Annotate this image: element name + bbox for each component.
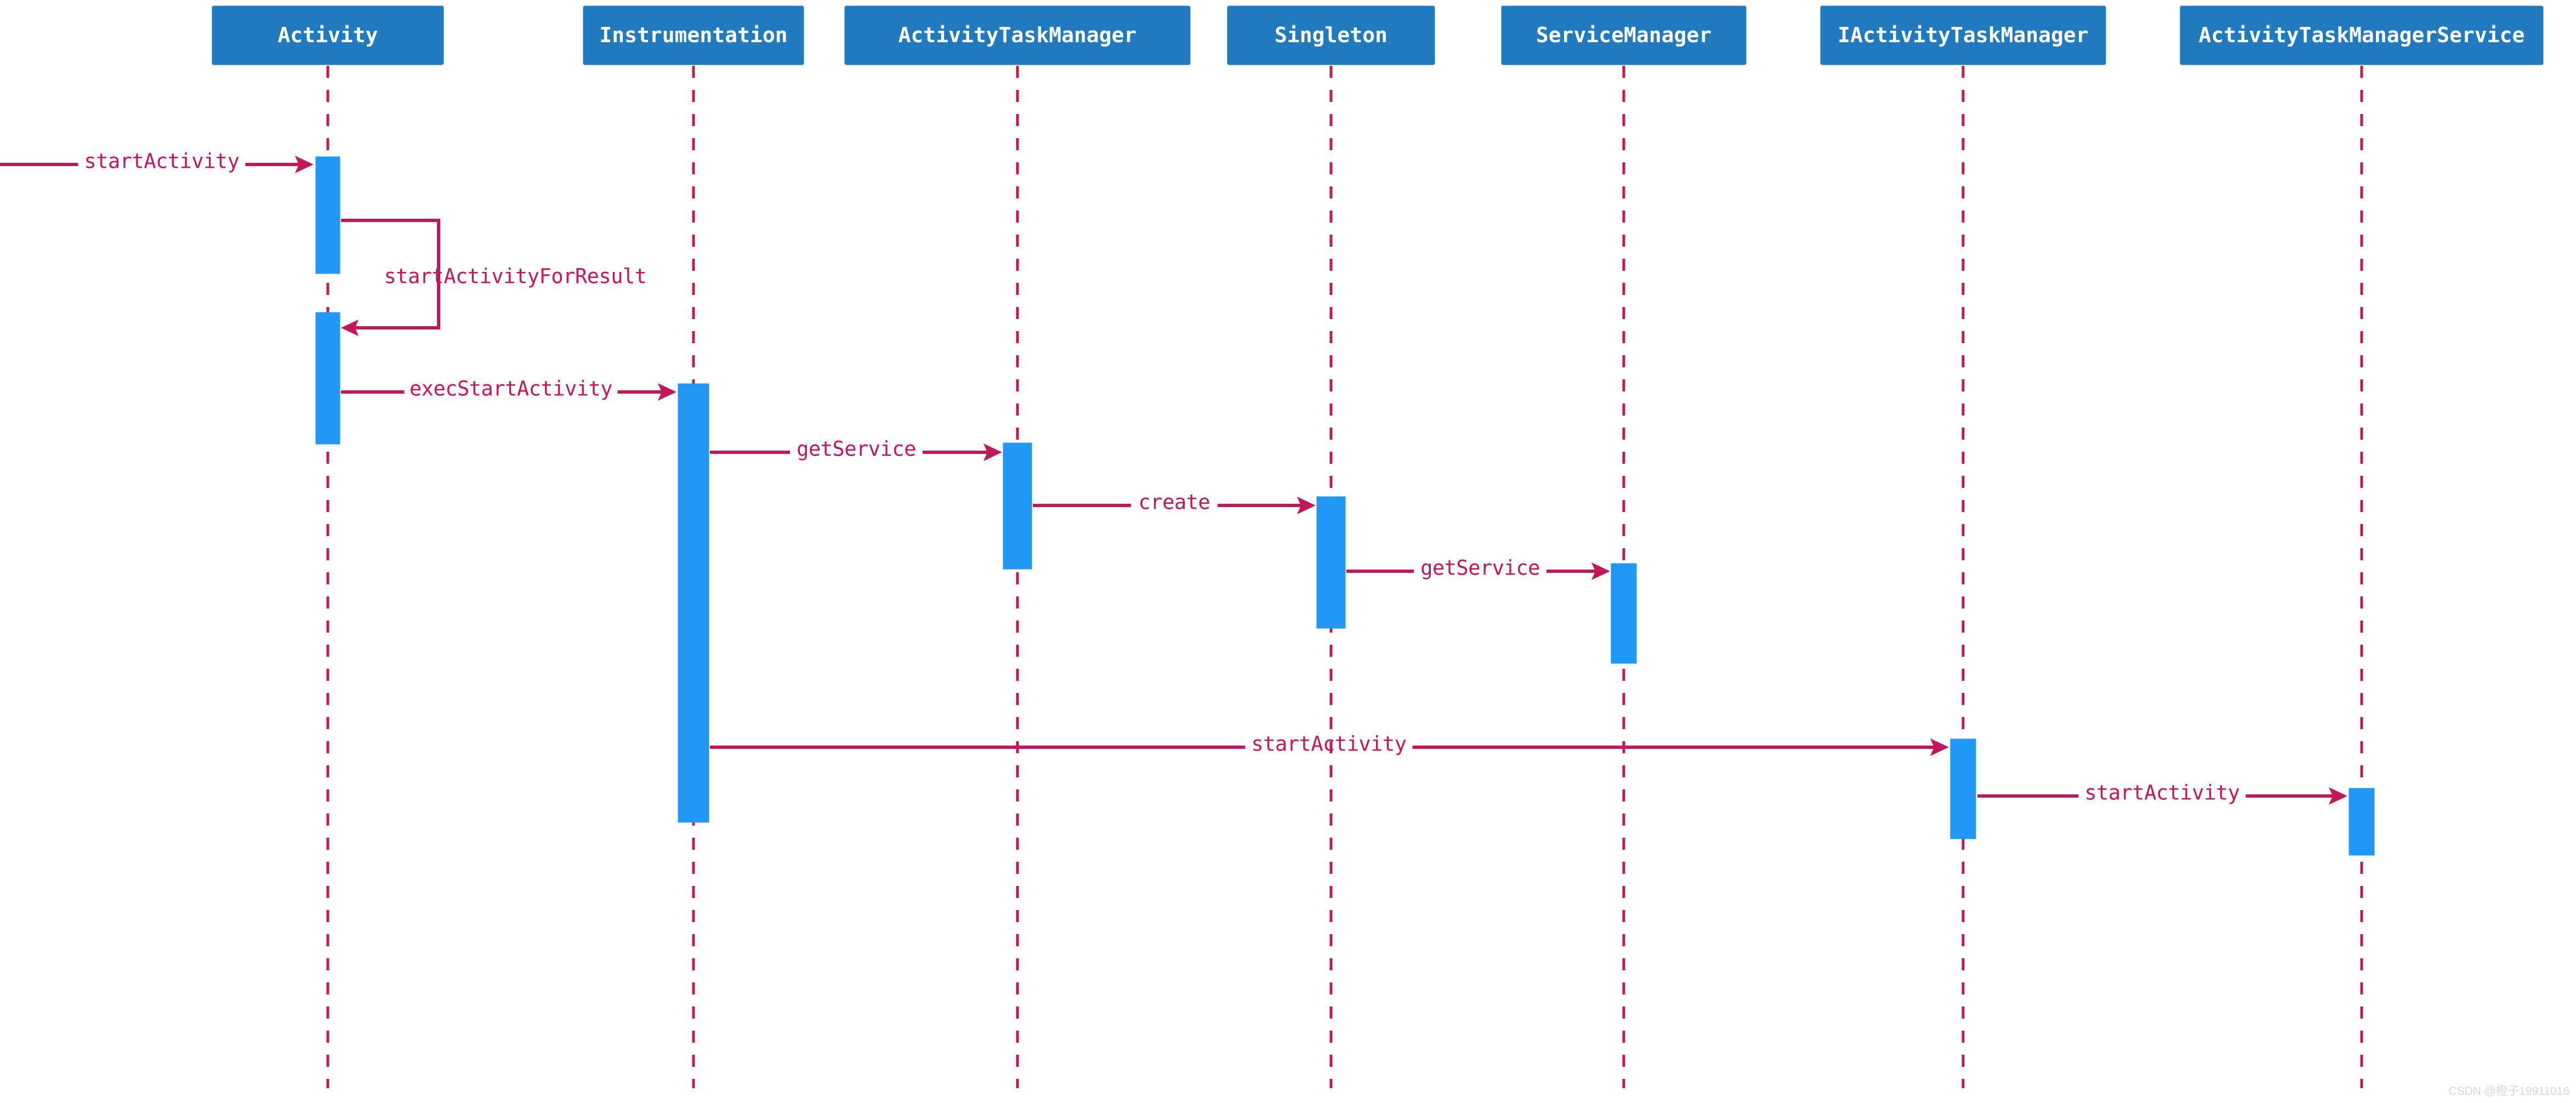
participant-label-iactivitytaskmanager: IActivityTaskManager bbox=[1838, 23, 2089, 47]
activation-bar-act-iatm-1 bbox=[1950, 738, 1976, 839]
sequence-diagram-canvas: startActivity startActivityForResult execS… bbox=[0, 0, 2576, 1103]
message-msg-getservice-1[interactable]: getService bbox=[710, 437, 1002, 462]
message-msg-execstartactivity[interactable]: execStartActivity bbox=[341, 377, 676, 401]
sequence-diagram-svg: startActivity startActivityForResult execS… bbox=[0, 5, 2544, 1088]
message-msg-startactivity-entry[interactable]: startActivity bbox=[0, 150, 314, 174]
participant-activitytaskmanagerservice[interactable]: ActivityTaskManagerService bbox=[2180, 5, 2544, 65]
messages-layer: startActivity startActivityForResult execS… bbox=[0, 150, 2347, 805]
activation-bar-act-sm-1 bbox=[1611, 563, 1637, 664]
message-label-msg-execstartactivity: execStartActivity bbox=[410, 377, 612, 401]
participant-iactivitytaskmanager[interactable]: IActivityTaskManager bbox=[1820, 5, 2106, 65]
participant-activity[interactable]: Activity bbox=[212, 5, 444, 65]
message-msg-startactivityforresult[interactable]: startActivityForResult bbox=[341, 219, 647, 336]
message-label-msg-getservice-1: getService bbox=[797, 437, 916, 461]
participant-label-activity: Activity bbox=[277, 23, 378, 47]
message-label-msg-startactivityforresult: startActivityForResult bbox=[384, 265, 646, 288]
participant-label-activitytaskmanagerservice: ActivityTaskManagerService bbox=[2199, 23, 2525, 47]
participants-layer: Activity Instrumentation ActivityTaskManag… bbox=[212, 5, 2544, 65]
message-msg-startactivity-remote[interactable]: startActivity bbox=[710, 732, 1949, 757]
activation-bar-act-atm-1 bbox=[1003, 442, 1032, 570]
message-msg-create[interactable]: create bbox=[1033, 491, 1316, 515]
participant-label-instrumentation: Instrumentation bbox=[599, 23, 787, 47]
participant-label-servicemanager: ServiceManager bbox=[1536, 23, 1711, 47]
participant-singleton[interactable]: Singleton bbox=[1227, 5, 1435, 65]
message-label-msg-startactivity-entry: startActivity bbox=[84, 150, 239, 173]
message-label-msg-startactivity-remote: startActivity bbox=[1251, 732, 1406, 756]
activation-bar-act-activity-2 bbox=[315, 312, 340, 445]
participant-servicemanager[interactable]: ServiceManager bbox=[1501, 5, 1747, 65]
participant-instrumentation[interactable]: Instrumentation bbox=[583, 5, 804, 65]
participant-label-singleton: Singleton bbox=[1275, 23, 1387, 47]
message-msg-getservice-2[interactable]: getService bbox=[1346, 556, 1610, 581]
participant-label-activitytaskmanager: ActivityTaskManager bbox=[899, 23, 1137, 47]
message-label-msg-getservice-2: getService bbox=[1420, 556, 1540, 580]
message-label-msg-create: create bbox=[1139, 491, 1210, 514]
message-msg-startactivity-service[interactable]: startActivity bbox=[1977, 781, 2347, 805]
participant-activitytaskmanager[interactable]: ActivityTaskManager bbox=[844, 5, 1191, 65]
message-label-msg-startactivity-service: startActivity bbox=[2084, 781, 2239, 805]
csdn-watermark: CSDN @橙子19911016 bbox=[2448, 1085, 2569, 1098]
activation-bar-act-singleton-1 bbox=[1316, 496, 1346, 629]
activation-bar-act-atms-1 bbox=[2348, 788, 2375, 856]
activation-bar-act-instr-1 bbox=[678, 383, 709, 823]
activation-bar-act-activity-1 bbox=[315, 156, 340, 274]
